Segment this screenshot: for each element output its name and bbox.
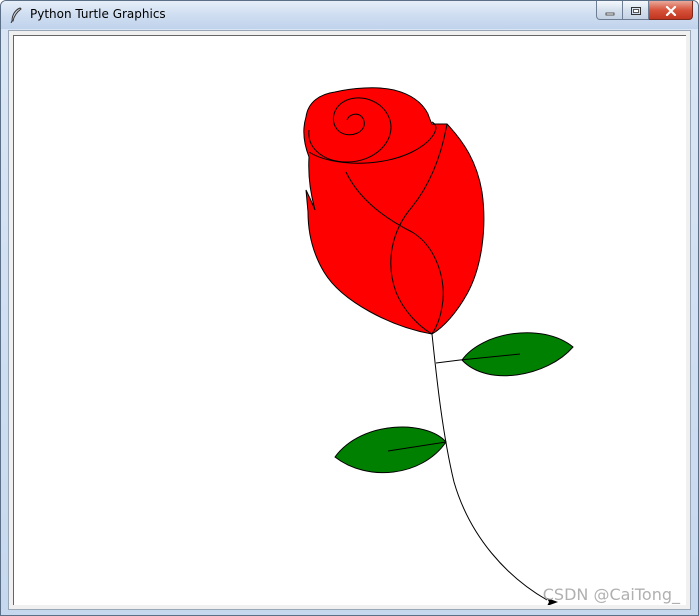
window-title: Python Turtle Graphics [30,7,166,21]
rose-drawing [303,87,574,605]
rose-head [303,87,485,335]
watermark: CSDN @CaiTong_ [542,585,680,604]
canvas-frame: CSDN @CaiTong_ [8,30,691,610]
close-icon [665,1,677,20]
minimize-button[interactable] [596,1,623,20]
title-bar[interactable]: Python Turtle Graphics [1,1,698,29]
window-controls [596,1,693,21]
turtle-window: Python Turtle Graphics CSDN @CaiTong_ [0,0,699,616]
minimize-icon [605,1,615,20]
turtle-canvas[interactable]: CSDN @CaiTong_ [13,35,686,605]
maximize-icon [630,1,642,20]
lower-leaf [334,426,447,474]
close-button[interactable] [649,1,693,20]
feather-icon [9,7,23,24]
maximize-button[interactable] [623,1,649,20]
